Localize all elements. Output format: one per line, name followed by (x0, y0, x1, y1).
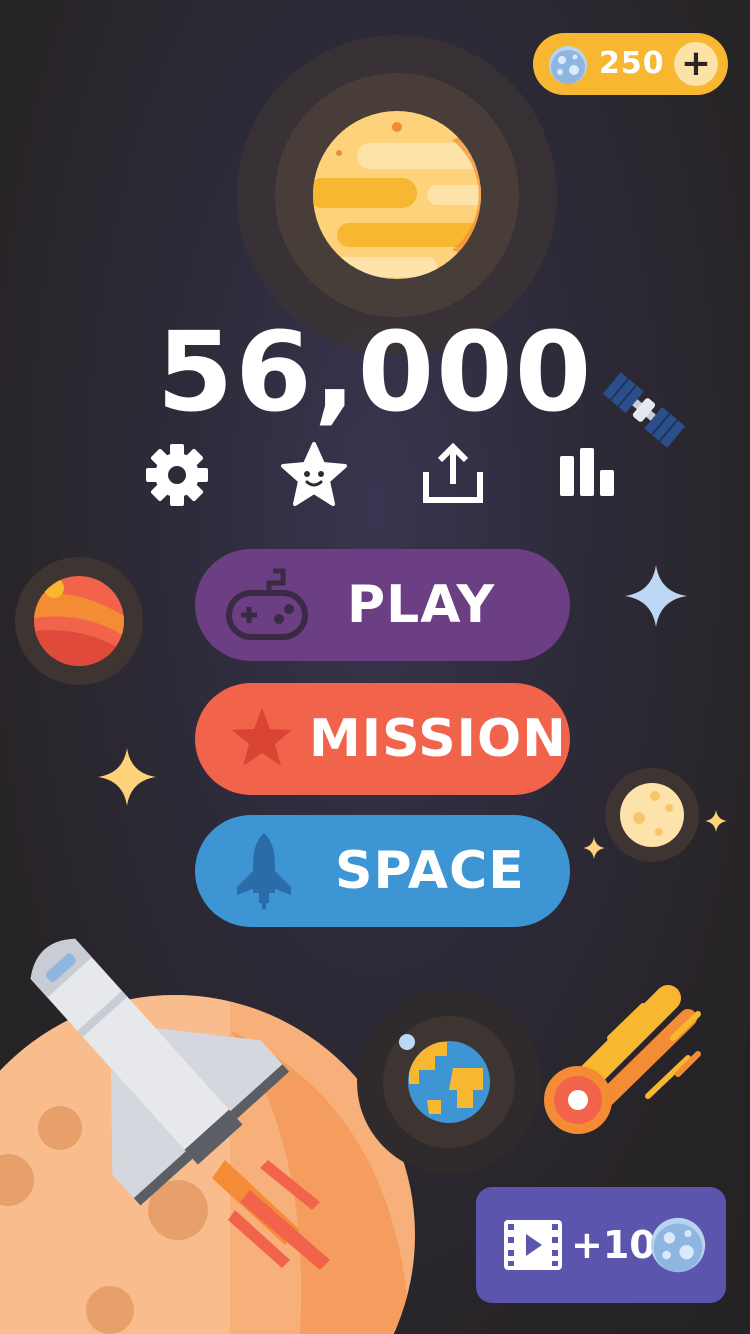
add-currency-button[interactable]: + (674, 42, 718, 86)
planet-mars-image (14, 556, 144, 686)
rocket-icon (233, 831, 295, 911)
reward-amount: +10 (571, 1223, 656, 1267)
play-button[interactable]: PLAY (195, 549, 570, 661)
sparkle-star-gold-left (98, 748, 156, 806)
mission-label: MISSION (309, 709, 567, 769)
sparkle-star-blue (625, 565, 687, 627)
leaderboard-icon (556, 440, 626, 510)
gamepad-icon (225, 565, 309, 645)
watch-video-reward-button[interactable]: +10 (476, 1187, 726, 1303)
video-icon (504, 1220, 562, 1270)
rate-button[interactable] (279, 440, 349, 510)
share-button[interactable] (418, 440, 488, 510)
comet-image (538, 978, 708, 1138)
currency-count: 250 (599, 46, 665, 81)
gear-icon (142, 440, 212, 510)
sparkle-star-gold-small-1 (705, 810, 727, 832)
play-label: PLAY (347, 575, 496, 635)
star-icon (229, 705, 295, 771)
leaderboard-button[interactable] (556, 440, 626, 510)
share-icon (418, 440, 488, 510)
settings-button[interactable] (142, 440, 212, 510)
earth-image (357, 990, 541, 1174)
asteroid-coin-icon (648, 1215, 708, 1275)
planet-jupiter-image (237, 35, 557, 355)
mission-button[interactable]: MISSION (195, 683, 570, 795)
currency-display[interactable]: 250 + (533, 33, 728, 95)
star-face-icon (279, 440, 349, 510)
moon-image (605, 768, 699, 862)
sparkle-star-gold-small-2 (583, 837, 605, 859)
